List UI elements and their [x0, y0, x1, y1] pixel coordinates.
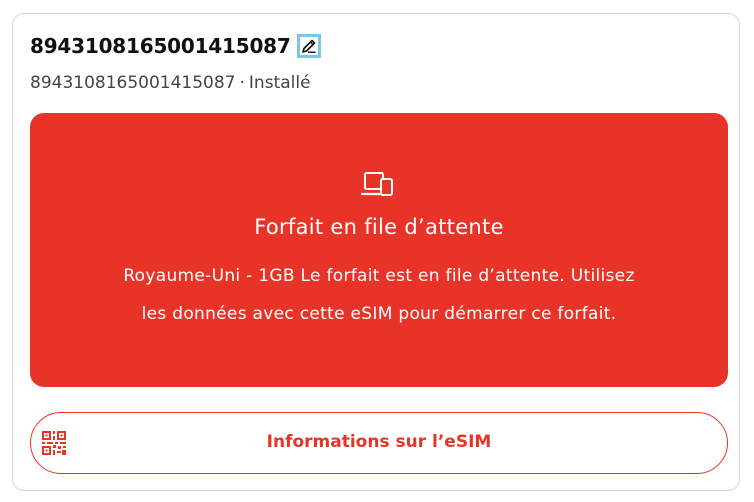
esim-info-button[interactable]: Informations sur l’eSIM — [30, 412, 728, 474]
pencil-icon — [301, 39, 316, 53]
subtitle-separator: · — [239, 73, 245, 93]
edit-name-button[interactable] — [296, 34, 321, 58]
esim-iccid: 8943108165001415087 — [30, 73, 236, 93]
esim-title-row: 8943108165001415087 — [30, 34, 321, 58]
banner-line-1: Royaume-Uni - 1GB Le forfait est en file… — [123, 266, 635, 286]
banner-line-2: les données avec cette eSIM pour démarre… — [141, 304, 617, 324]
banner-title: Forfait en file d’attente — [254, 215, 504, 239]
devices-icon — [361, 172, 393, 196]
esim-info-label: Informations sur l’eSIM — [266, 432, 492, 452]
esim-subtitle: 8943108165001415087 · Installé — [30, 73, 311, 93]
esim-name: 8943108165001415087 — [30, 34, 291, 58]
esim-status: Installé — [248, 73, 311, 93]
banner-description: Royaume-Uni - 1GB Le forfait est en file… — [50, 257, 708, 333]
esim-card: 8943108165001415087 8943108165001415087 ·… — [12, 13, 740, 491]
queued-plan-banner: Forfait en file d’attente Royaume-Uni - … — [30, 113, 728, 387]
